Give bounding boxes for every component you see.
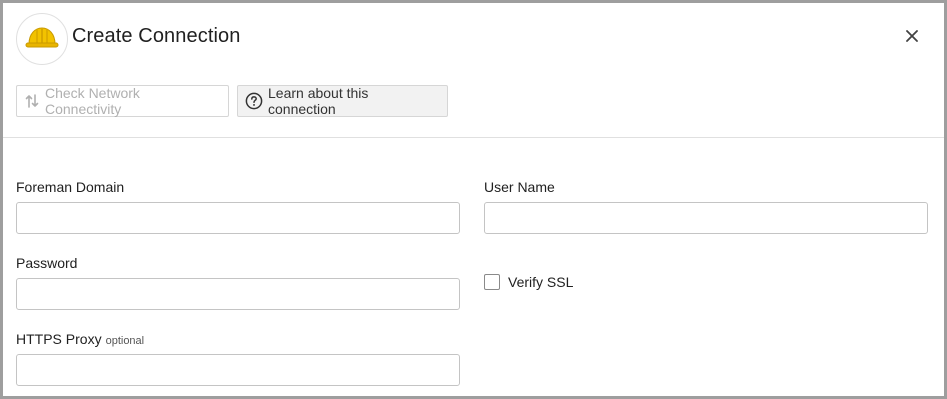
verify-ssl-checkbox[interactable] [484,274,500,290]
close-button[interactable] [899,25,925,51]
optional-tag: optional [105,335,145,347]
password-label: Password [16,255,78,271]
check-network-connectivity-button[interactable]: Check Network Connectivity [16,85,229,117]
foreman-domain-field[interactable] [16,202,460,234]
https-proxy-field[interactable] [16,354,460,386]
https-proxy-label: HTTPS Proxy [16,331,102,347]
password-field[interactable] [16,278,460,310]
dialog-title: Create Connection [72,25,241,47]
user-name-label: User Name [484,179,555,195]
user-name-field[interactable] [484,202,928,234]
network-arrows-icon [24,93,40,109]
help-circle-icon [245,92,263,110]
header-divider [3,137,944,138]
connector-logo [16,13,68,65]
hard-hat-icon [25,22,59,57]
verify-ssl-option[interactable]: Verify SSL [484,273,573,291]
close-icon [906,29,918,47]
create-connection-dialog: Create Connection Check Network Connecti… [0,0,947,399]
https-proxy-label-group: HTTPS Proxy optional [16,331,144,347]
learn-about-connection-label: Learn about this connection [268,85,369,117]
verify-ssl-label: Verify SSL [508,274,574,290]
learn-about-connection-button[interactable]: Learn about this connection [237,85,448,117]
foreman-domain-label: Foreman Domain [16,179,125,195]
check-network-connectivity-label: Check Network Connectivity [45,85,140,117]
